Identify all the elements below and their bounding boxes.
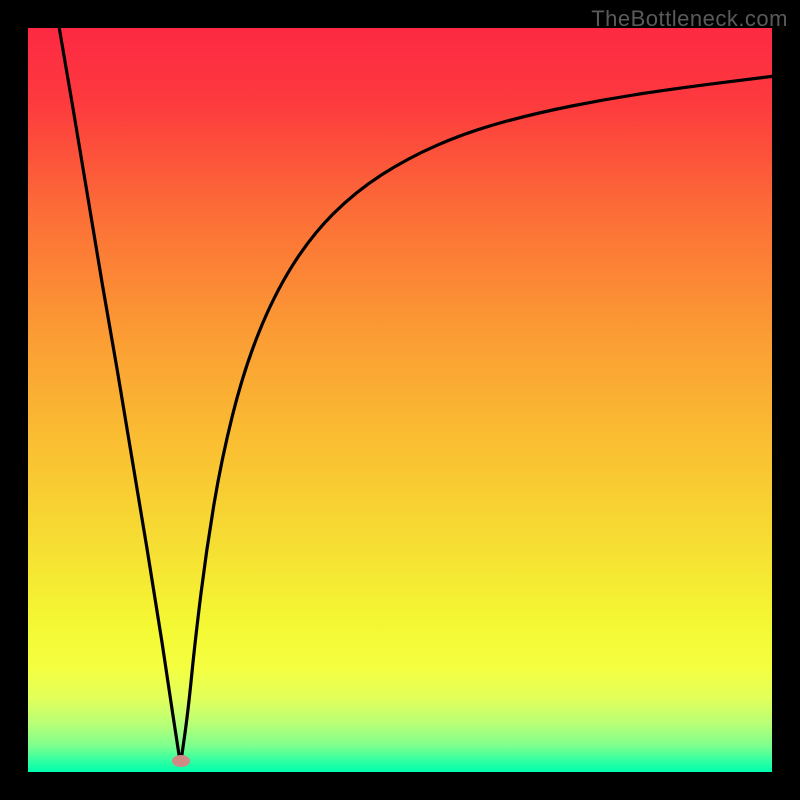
chart-frame: TheBottleneck.com bbox=[0, 0, 800, 800]
bottleneck-curve bbox=[28, 28, 772, 772]
curve-right-branch bbox=[181, 76, 772, 764]
watermark-text: TheBottleneck.com bbox=[591, 6, 788, 32]
plot-area bbox=[28, 28, 772, 772]
curve-left-branch bbox=[59, 28, 180, 765]
optimal-marker bbox=[172, 755, 190, 767]
